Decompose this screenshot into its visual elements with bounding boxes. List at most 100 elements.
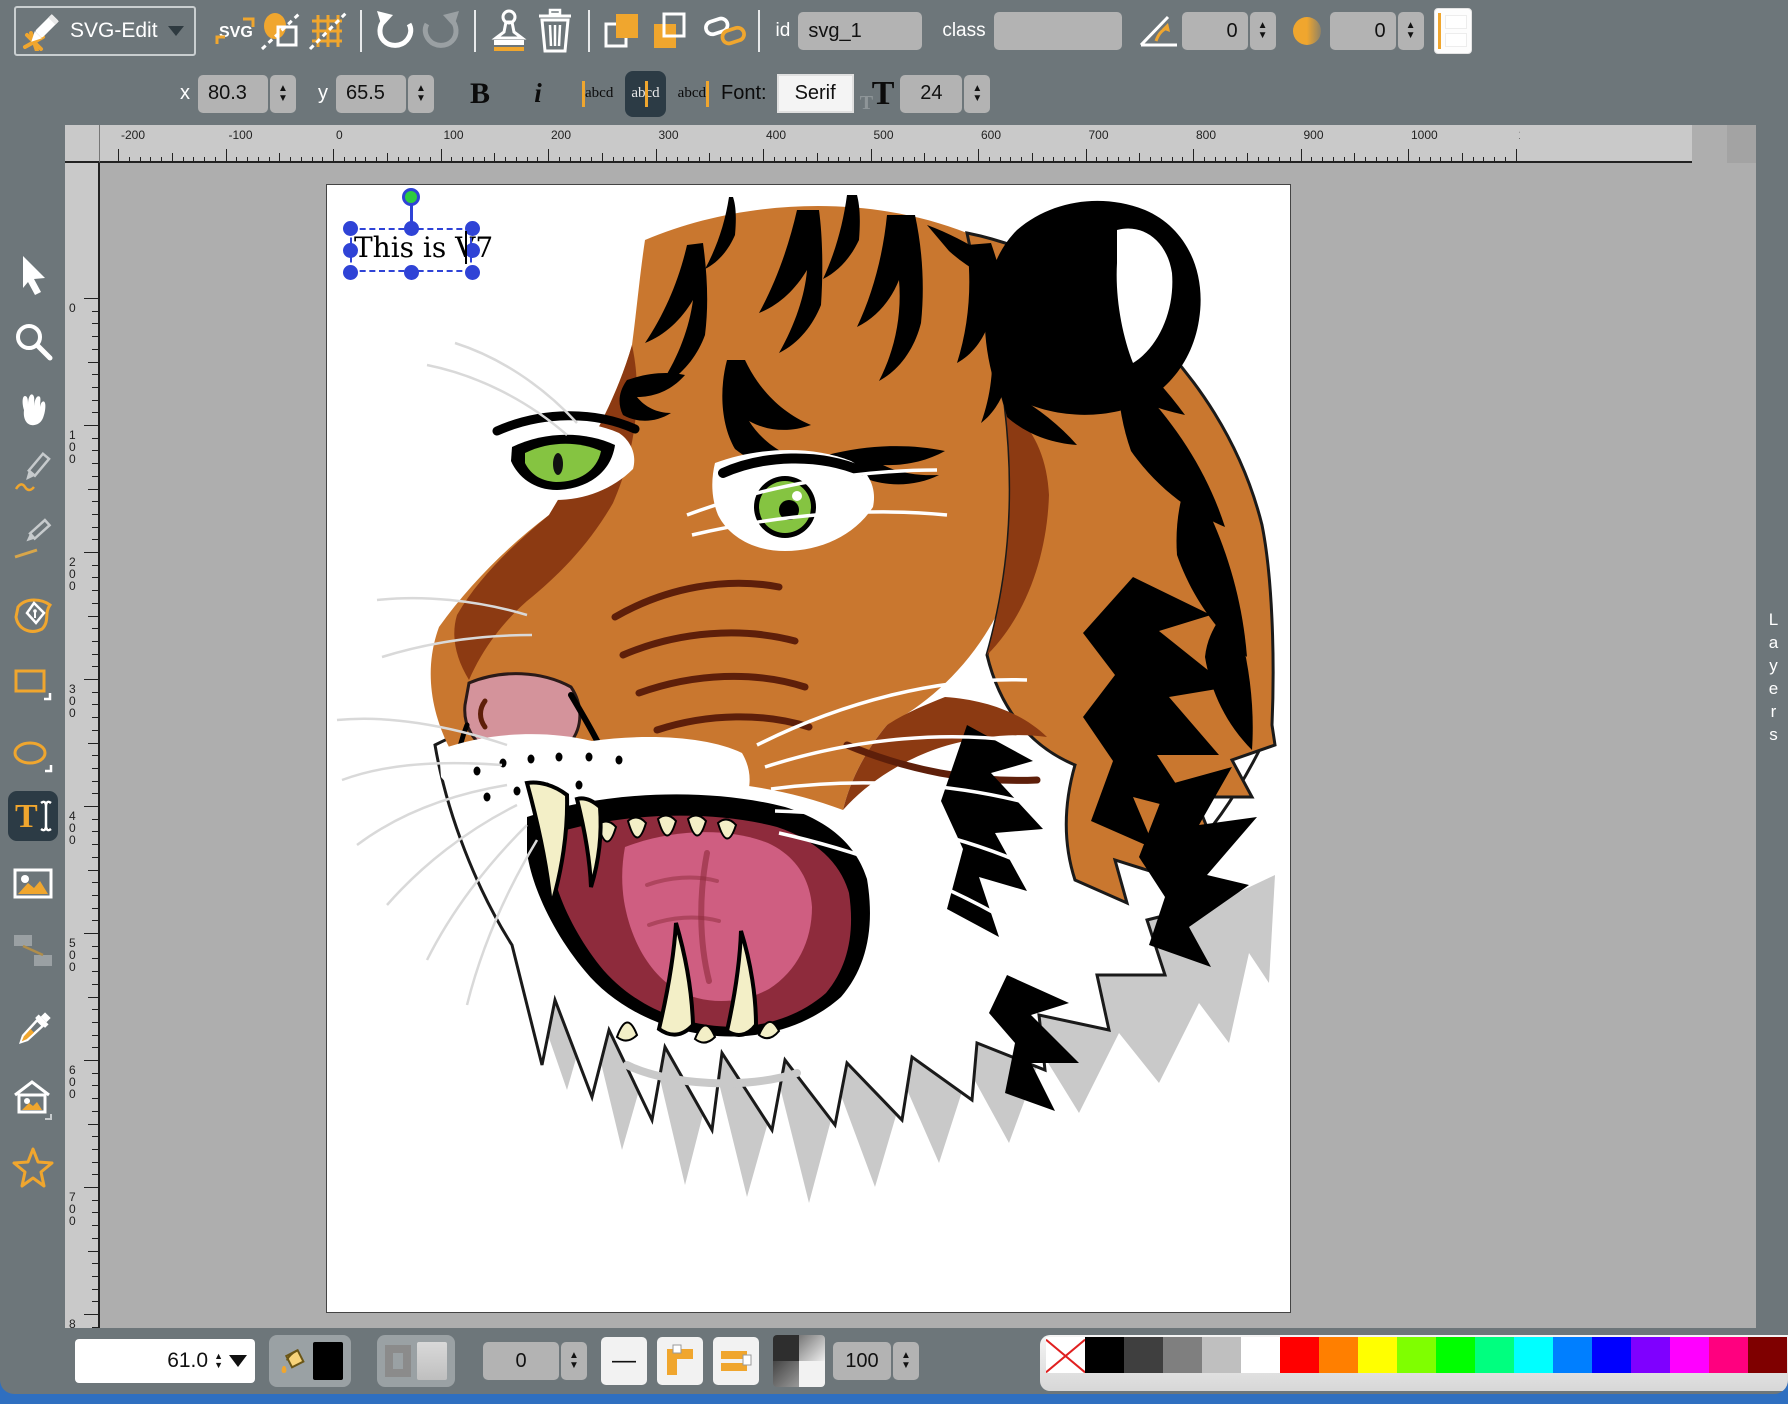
font-family-button[interactable]: Serif [777,74,854,113]
ruler-x-minor-tick [1118,157,1119,163]
tool-zoom[interactable] [8,316,58,366]
align-panel-button[interactable] [1434,8,1472,54]
palette-swatch[interactable] [1709,1337,1748,1373]
element-class-input[interactable] [994,12,1122,50]
layers-panel-toggle[interactable]: Layers [1756,125,1788,1328]
palette-swatch[interactable] [1553,1337,1592,1373]
rotation-angle-spinner[interactable]: ▲▼ [1250,12,1276,50]
color-palette-row [1046,1337,1788,1373]
palette-swatch[interactable] [1241,1337,1280,1373]
ruler-y-minor-tick [92,1009,98,1010]
zoom-dropdown-icon[interactable] [229,1355,247,1367]
blur-value-spinner[interactable]: ▲▼ [1398,12,1424,50]
zoom-control[interactable]: 61.0 ▲▼ [75,1339,255,1383]
palette-swatch[interactable] [1163,1337,1202,1373]
italic-button[interactable]: i [518,78,558,109]
palette-swatch[interactable] [1748,1337,1787,1373]
ruler-x-label: 1000 [1411,128,1438,142]
ruler-x-minor-tick [1172,157,1173,163]
opacity-spinner[interactable]: ▲▼ [893,1342,919,1380]
selection-handle-ne[interactable] [465,221,480,236]
bold-button[interactable]: B [458,77,502,111]
undo-button[interactable] [372,7,418,55]
ruler-y-minor-tick [92,844,98,845]
selection-handle-sw[interactable] [343,265,358,280]
stroke-width-input[interactable] [483,1342,559,1380]
fill-color-swatch[interactable] [313,1342,343,1380]
source-editor-button[interactable]: SVG [212,7,258,55]
text-anchor-start-button[interactable]: abcd [576,71,619,117]
tool-star[interactable] [8,1143,58,1193]
opacity-picker-icon[interactable] [773,1335,825,1387]
zoom-spinner[interactable]: ▲▼ [214,1352,223,1370]
element-id-input[interactable] [798,12,922,50]
stroke-linecap-button[interactable] [713,1337,759,1385]
tool-select[interactable] [8,250,58,300]
redo-button[interactable] [418,7,464,55]
selection-handle-e[interactable] [465,243,480,258]
tool-pencil[interactable] [8,448,58,498]
tool-text[interactable]: T [8,791,58,841]
stroke-linejoin-button[interactable] [657,1337,703,1385]
clone-button[interactable] [486,7,532,55]
palette-swatch[interactable] [1436,1337,1475,1373]
ruler-x-minor-tick [1204,157,1205,163]
opacity-input[interactable] [833,1342,891,1380]
palette-swatch[interactable] [1514,1337,1553,1373]
selection-handle-s[interactable] [404,265,419,280]
blur-value-input[interactable] [1330,12,1396,50]
rotate-handle[interactable] [402,188,420,206]
palette-swatch[interactable] [1085,1337,1124,1373]
selection-handle-n[interactable] [404,221,419,236]
tool-eyedropper[interactable] [8,1005,58,1055]
ruler-y-minor-tick [92,1035,98,1036]
palette-swatch[interactable] [1475,1337,1514,1373]
tool-rectangle[interactable] [8,659,58,709]
delete-button[interactable] [532,7,578,55]
palette-swatch[interactable] [1319,1337,1358,1373]
font-size-spinner[interactable]: ▲▼ [964,75,990,113]
stroke-dash-button[interactable]: — [601,1337,647,1385]
tool-ellipse[interactable] [8,731,58,781]
tool-shape-library[interactable] [8,1075,58,1125]
text-anchor-middle-button[interactable]: abcd [625,71,665,117]
selection-handle-nw[interactable] [343,221,358,236]
tool-pan[interactable] [8,382,58,432]
palette-swatch[interactable] [1397,1337,1436,1373]
ruler-x: -200-10001002003004005006007008009001000… [100,125,1692,163]
selection-handle-w[interactable] [343,243,358,258]
font-size-input[interactable] [900,75,962,113]
tool-path[interactable] [8,589,58,639]
x-coordinate-input[interactable] [198,75,268,113]
x-coordinate-spinner[interactable]: ▲▼ [270,75,296,113]
palette-swatch[interactable] [1670,1337,1709,1373]
ruler-x-major-tick [978,149,979,163]
ruler-y-minor-tick [88,616,98,617]
make-link-button[interactable] [702,7,748,55]
palette-swatch[interactable] [1124,1337,1163,1373]
selection-handle-se[interactable] [465,265,480,280]
tool-line[interactable] [8,514,58,564]
stroke-width-spinner[interactable]: ▲▼ [561,1342,587,1380]
move-to-front-button[interactable] [600,7,646,55]
main-menu-button[interactable]: SVG-Edit [14,6,196,56]
rotation-angle-input[interactable] [1182,12,1248,50]
tool-image[interactable] [8,859,58,909]
canvas[interactable]: This is V7 [327,185,1290,1312]
move-to-back-button[interactable] [646,7,692,55]
palette-swatch[interactable] [1592,1337,1631,1373]
stroke-color-swatch[interactable] [417,1342,447,1380]
editor-preferences-button[interactable] [304,7,350,55]
svg-edit-app: SVG-Edit SVG [0,0,1788,1394]
palette-swatch[interactable] [1280,1337,1319,1373]
y-coordinate-input[interactable] [336,75,406,113]
palette-swatch[interactable] [1358,1337,1397,1373]
ruler-x-minor-tick [892,157,893,163]
palette-swatch-none[interactable] [1046,1337,1085,1373]
y-coordinate-spinner[interactable]: ▲▼ [408,75,434,113]
document-properties-button[interactable] [258,7,304,55]
text-anchor-end-button[interactable]: abcd [672,71,715,117]
palette-swatch[interactable] [1202,1337,1241,1373]
palette-swatch[interactable] [1631,1337,1670,1373]
workarea[interactable]: -200-10001002003004005006007008009001000… [65,125,1756,1328]
